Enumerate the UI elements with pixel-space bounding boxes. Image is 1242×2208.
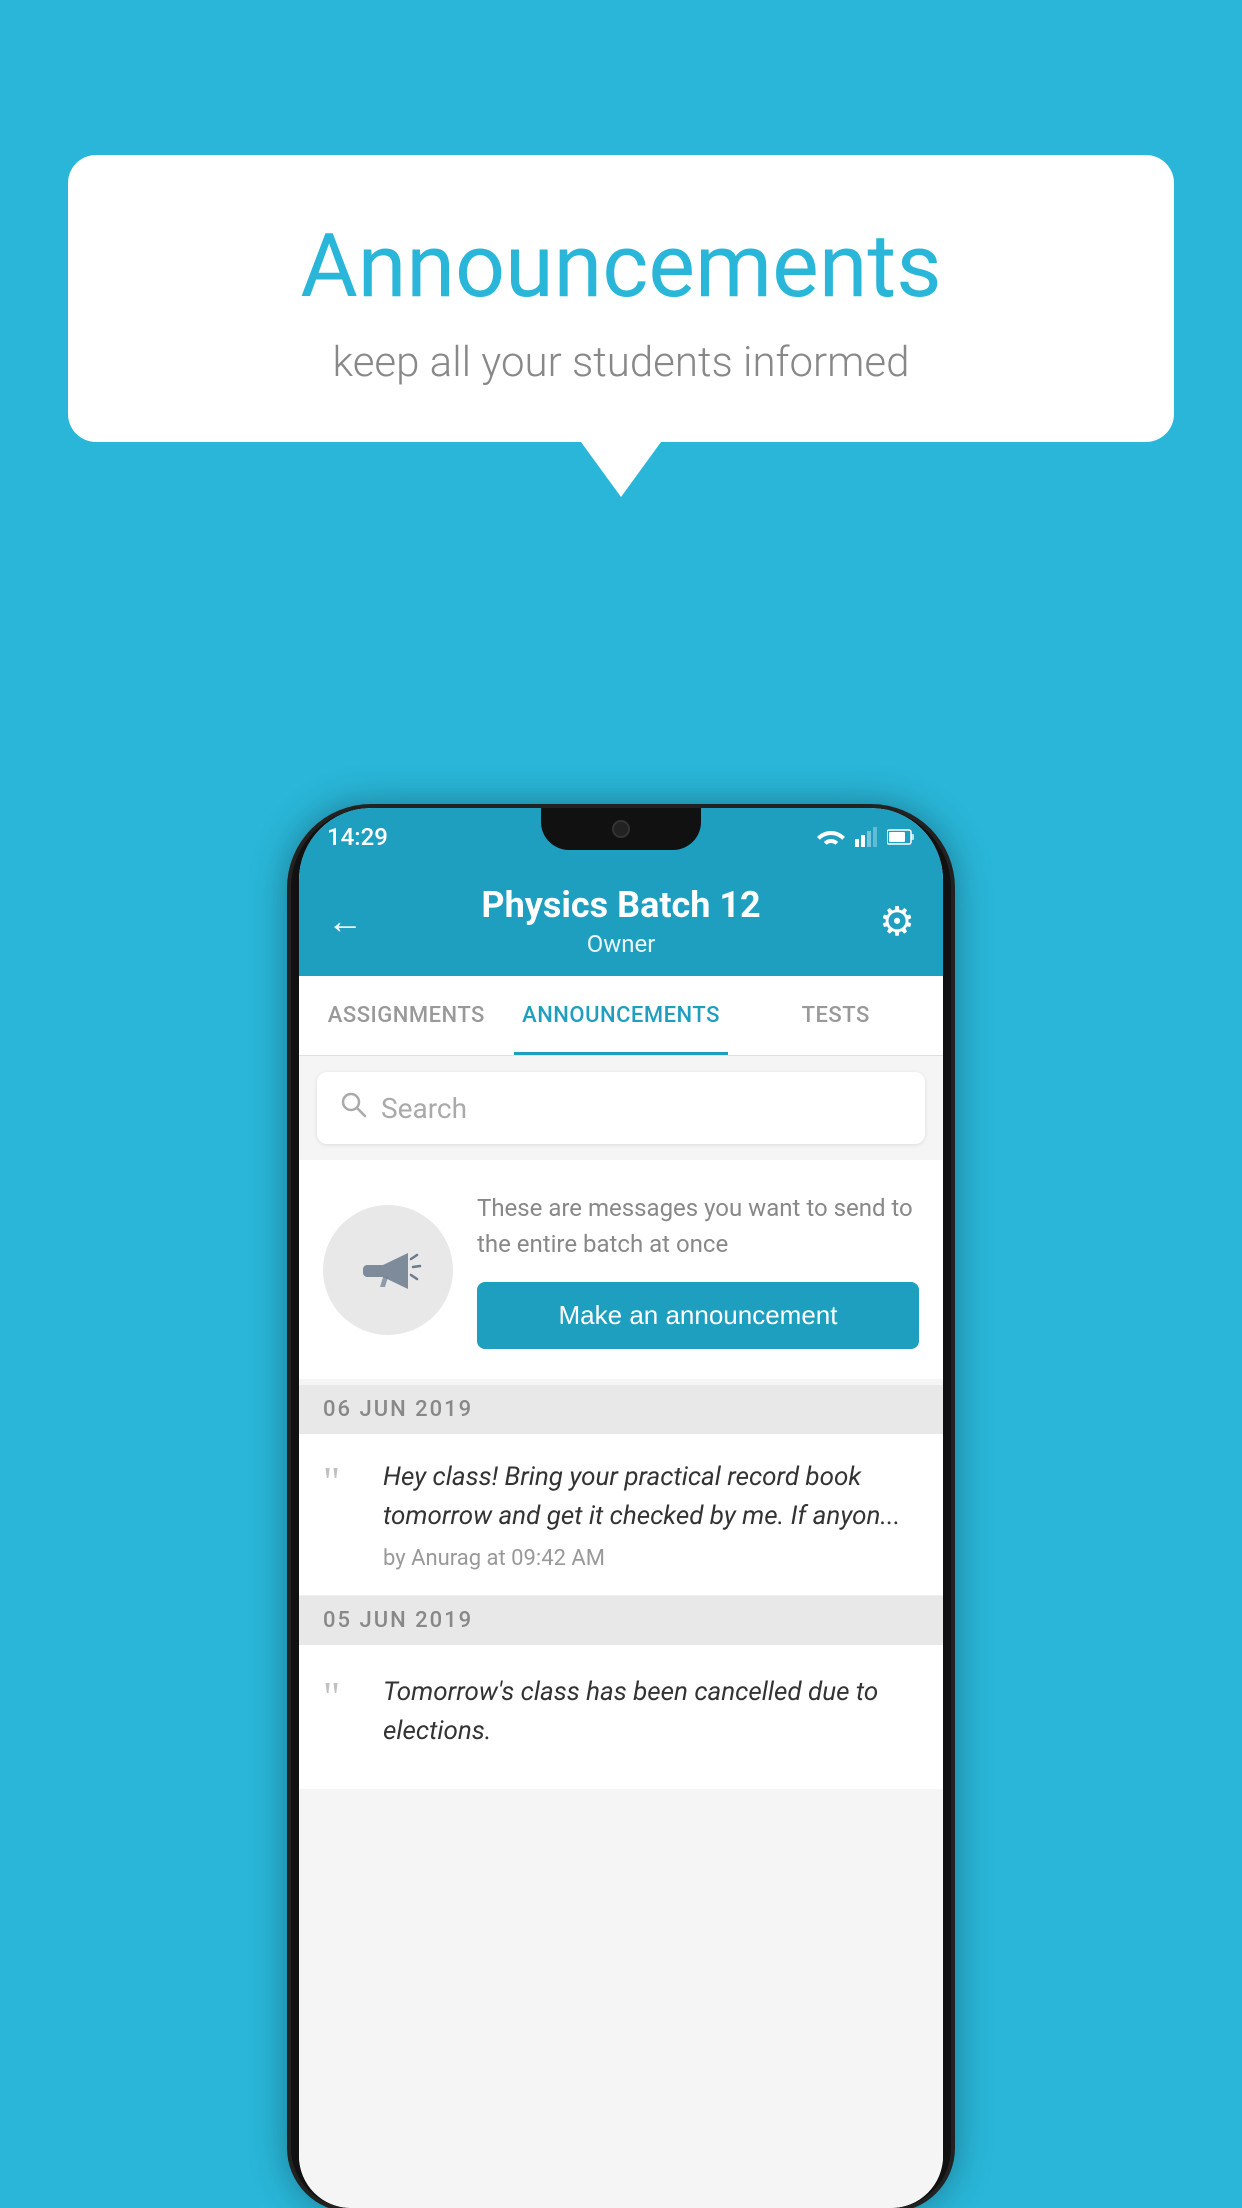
- battery-icon: [887, 829, 915, 845]
- app-bar-title-group: Physics Batch 12 Owner: [481, 884, 760, 958]
- wifi-icon: [817, 827, 845, 847]
- date-separator-1: 06 JUN 2019: [299, 1385, 943, 1434]
- tabs-container: ASSIGNMENTS ANNOUNCEMENTS TESTS: [299, 976, 943, 1056]
- phone-notch: [541, 808, 701, 850]
- search-icon: [339, 1090, 367, 1126]
- promo-card: These are messages you want to send to t…: [299, 1160, 943, 1379]
- tab-assignments[interactable]: ASSIGNMENTS: [299, 976, 514, 1055]
- quote-icon-1: ": [323, 1462, 363, 1504]
- speech-bubble-subtitle: keep all your students informed: [128, 338, 1114, 387]
- tab-tests[interactable]: TESTS: [728, 976, 943, 1055]
- search-placeholder: Search: [381, 1092, 467, 1125]
- status-time: 14:29: [327, 823, 388, 851]
- promo-right: These are messages you want to send to t…: [477, 1190, 919, 1349]
- announcement-text-2: Tomorrow's class has been cancelled due …: [383, 1673, 919, 1751]
- announcement-content-2: Tomorrow's class has been cancelled due …: [383, 1673, 919, 1761]
- search-bar[interactable]: Search: [317, 1072, 925, 1144]
- back-button[interactable]: ←: [327, 900, 363, 942]
- status-icons: [817, 827, 915, 847]
- announcement-content-1: Hey class! Bring your practical record b…: [383, 1458, 919, 1571]
- phone-frame: 14:29: [291, 808, 951, 2208]
- quote-icon-2: ": [323, 1677, 363, 1719]
- speech-bubble-title: Announcements: [128, 215, 1114, 318]
- signal-icon: [855, 827, 877, 847]
- date-separator-2: 05 JUN 2019: [299, 1596, 943, 1645]
- content-area: Search These are: [299, 1056, 943, 2208]
- speech-bubble-section: Announcements keep all your students inf…: [68, 155, 1174, 497]
- tab-announcements[interactable]: ANNOUNCEMENTS: [514, 976, 729, 1055]
- promo-description: These are messages you want to send to t…: [477, 1190, 919, 1262]
- phone-screen: 14:29: [299, 808, 943, 2208]
- speech-bubble-arrow: [581, 442, 661, 497]
- make-announcement-button[interactable]: Make an announcement: [477, 1282, 919, 1349]
- megaphone-icon: [353, 1235, 423, 1305]
- announcement-item-2[interactable]: " Tomorrow's class has been cancelled du…: [299, 1645, 943, 1789]
- announcement-text-1: Hey class! Bring your practical record b…: [383, 1458, 919, 1536]
- app-bar-title: Physics Batch 12: [481, 884, 760, 926]
- promo-icon-circle: [323, 1205, 453, 1335]
- camera-icon: [612, 820, 630, 838]
- app-bar: ← Physics Batch 12 Owner ⚙: [299, 866, 943, 976]
- speech-bubble-card: Announcements keep all your students inf…: [68, 155, 1174, 442]
- gear-button[interactable]: ⚙: [879, 898, 915, 945]
- announcement-meta-1: by Anurag at 09:42 AM: [383, 1546, 919, 1571]
- app-bar-subtitle: Owner: [481, 930, 760, 958]
- announcement-item-1[interactable]: " Hey class! Bring your practical record…: [299, 1434, 943, 1596]
